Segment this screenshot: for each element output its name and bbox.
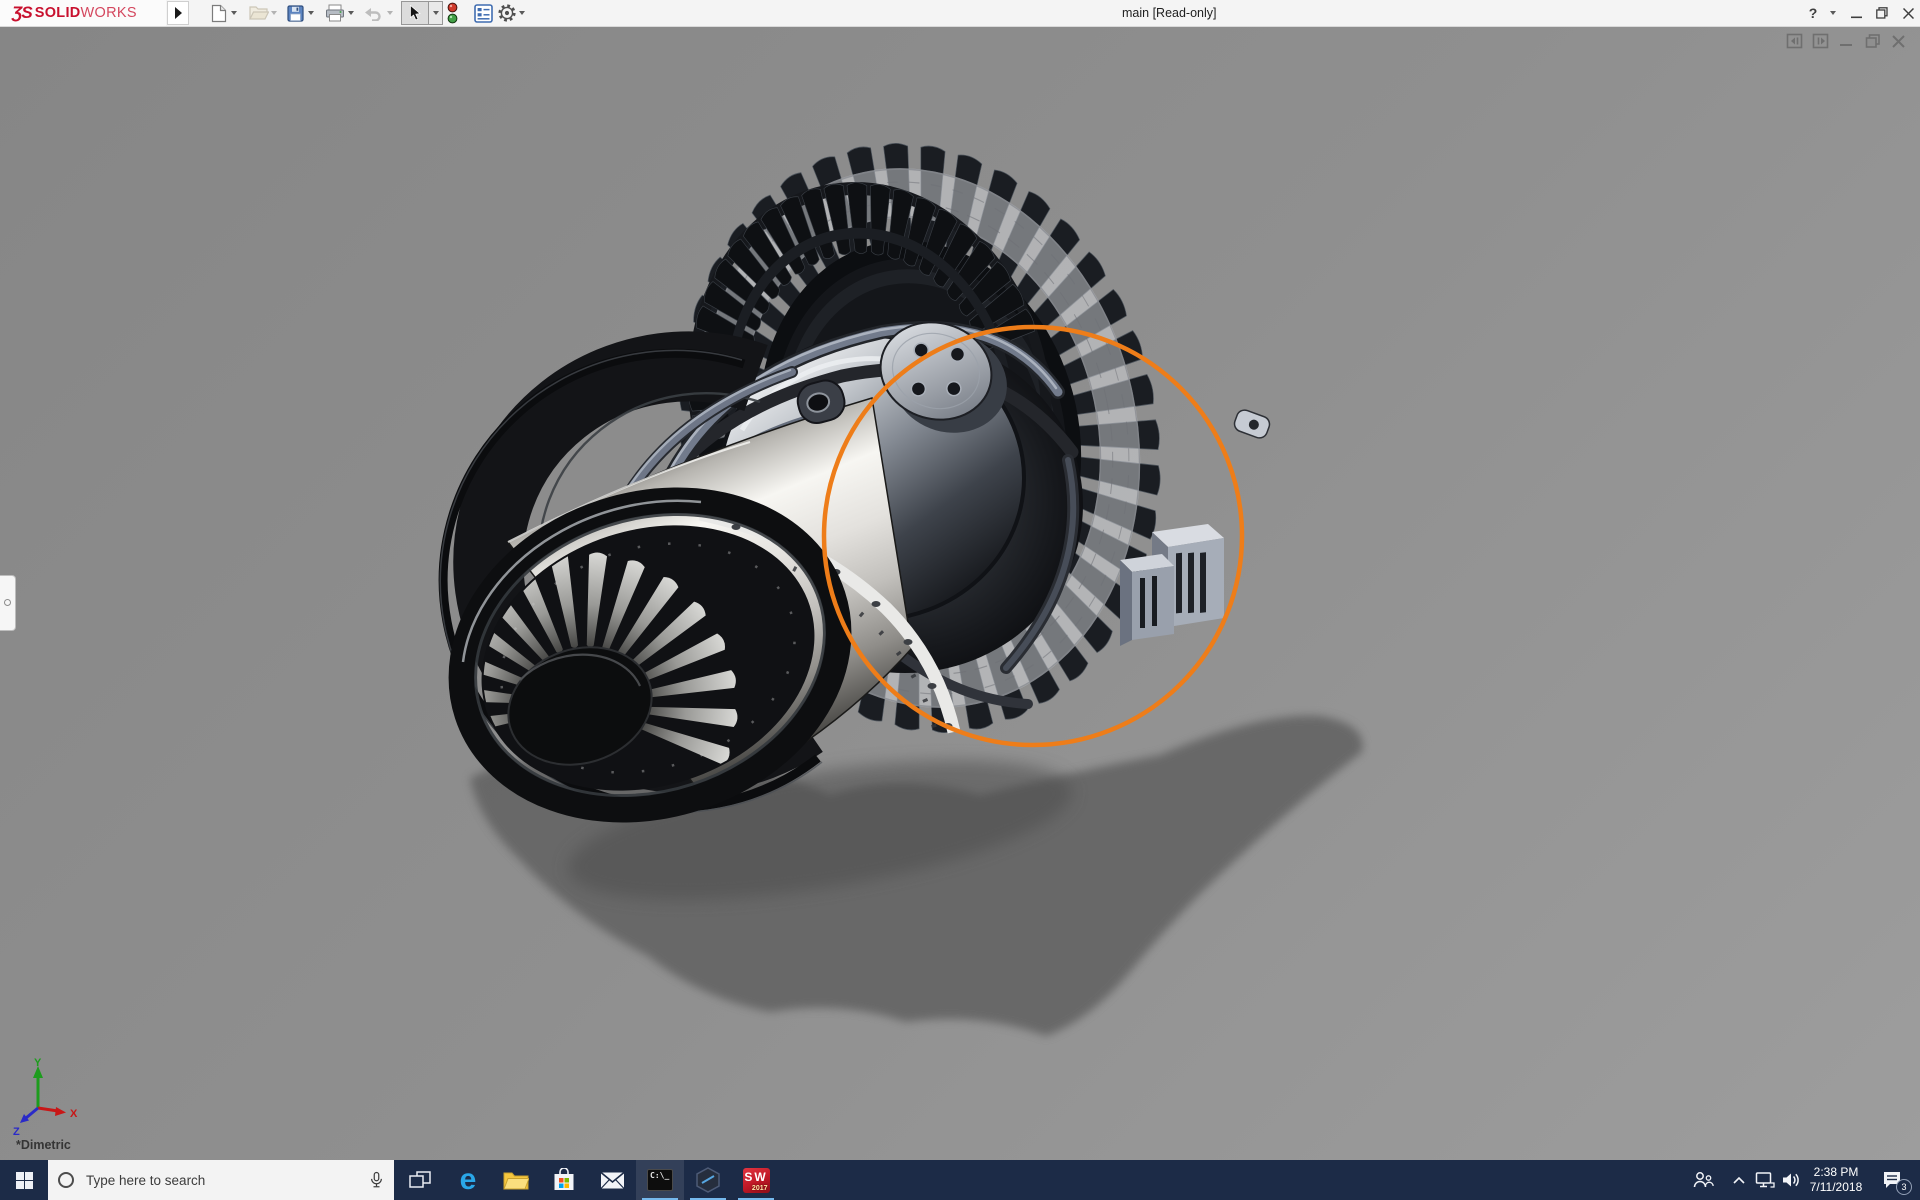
help-dropdown[interactable]	[1826, 0, 1840, 26]
save-floppy-icon	[287, 5, 304, 22]
open-button[interactable]	[249, 1, 269, 25]
volume-button[interactable]	[1778, 1160, 1804, 1200]
solidworks-year-badge: 2017	[752, 1185, 768, 1192]
tray-time: 2:38 PM	[1814, 1165, 1859, 1180]
close-document-icon[interactable]	[1890, 32, 1908, 50]
people-button[interactable]	[1688, 1160, 1718, 1200]
solidworks-app-window: ƷS SOLID WORKS	[0, 0, 1920, 1200]
close-icon	[1903, 8, 1914, 19]
flyout-tab-icon	[4, 599, 11, 606]
show-hidden-icons-button[interactable]	[1728, 1160, 1750, 1200]
feature-tree-flyout-tab[interactable]	[0, 575, 16, 631]
save-button[interactable]	[287, 1, 304, 25]
search-placeholder: Type here to search	[86, 1173, 369, 1188]
undo-icon	[363, 5, 382, 21]
solidworks-2017-icon: SW 2017	[743, 1168, 770, 1193]
chevron-up-icon	[1732, 1175, 1746, 1185]
connector-block	[1120, 524, 1224, 646]
new-document-button[interactable]	[211, 1, 227, 25]
view-traffic-light-button[interactable]	[446, 1, 459, 25]
taskbar-app-solidworks[interactable]: SW 2017	[732, 1160, 780, 1200]
taskbar-app-mail[interactable]	[588, 1160, 636, 1200]
microphone-icon[interactable]	[369, 1169, 384, 1191]
document-title: main [Read-only]	[1122, 0, 1217, 26]
restore-button[interactable]	[1871, 0, 1893, 26]
orientation-triad: Y X Z	[0, 1056, 100, 1148]
open-folder-icon	[249, 5, 269, 21]
options-button[interactable]	[496, 1, 518, 25]
hex-app-icon	[695, 1167, 721, 1193]
clock[interactable]: 2:38 PM 7/11/2018	[1804, 1160, 1868, 1200]
new-document-icon	[211, 4, 227, 23]
print-icon	[325, 4, 345, 22]
options-dropdown[interactable]	[519, 1, 525, 25]
people-icon	[1692, 1170, 1714, 1190]
triad-y-label: Y	[34, 1057, 42, 1069]
gear-icon	[496, 2, 518, 24]
start-button[interactable]	[0, 1160, 48, 1200]
windows-taskbar: Type here to search e	[0, 1160, 1920, 1200]
edge-icon: e	[460, 1165, 477, 1195]
help-button[interactable]: ?	[1803, 0, 1823, 26]
menu-flyout-arrow-icon[interactable]	[167, 1, 189, 25]
command-prompt-icon: C:\_	[647, 1169, 673, 1191]
minimize-document-icon[interactable]	[1838, 32, 1856, 50]
save-dropdown[interactable]	[308, 1, 314, 25]
display-pane-icon	[474, 4, 493, 23]
select-tool-button[interactable]	[401, 1, 443, 25]
document-window-controls	[1786, 32, 1908, 50]
select-tool-dropdown[interactable]	[429, 1, 443, 25]
search-icon	[58, 1172, 74, 1188]
next-pane-icon[interactable]	[1812, 32, 1830, 50]
print-button[interactable]	[325, 1, 345, 25]
solidworks-logo: ƷS SOLID WORKS	[0, 0, 166, 26]
taskbar-app-file-explorer[interactable]	[492, 1160, 540, 1200]
minimize-button[interactable]	[1845, 0, 1867, 26]
taskbar-app-command-prompt[interactable]: C:\_	[636, 1160, 684, 1200]
speaker-icon	[1781, 1171, 1801, 1189]
jet-engine-model[interactable]	[0, 26, 1920, 1160]
minimize-icon	[1851, 8, 1862, 19]
graphics-viewport[interactable]: Y X Z *Dimetric	[0, 26, 1920, 1160]
traffic-light-icon	[446, 2, 459, 25]
taskbar-search-input[interactable]: Type here to search	[48, 1160, 394, 1200]
select-cursor-icon	[409, 5, 421, 21]
action-center-button[interactable]: 3	[1872, 1160, 1914, 1200]
previous-pane-icon[interactable]	[1786, 32, 1804, 50]
mail-icon	[600, 1171, 625, 1190]
store-icon	[553, 1168, 575, 1192]
title-bar: ƷS SOLID WORKS	[0, 0, 1920, 27]
task-view-icon	[409, 1170, 431, 1190]
triad-z-label: Z	[13, 1126, 20, 1138]
close-button[interactable]	[1897, 0, 1919, 26]
task-view-button[interactable]	[396, 1160, 444, 1200]
undo-button[interactable]	[363, 1, 382, 25]
new-document-dropdown[interactable]	[231, 1, 237, 25]
view-orientation-label: *Dimetric	[16, 1138, 71, 1152]
taskbar-app-edge[interactable]: e	[444, 1160, 492, 1200]
network-button[interactable]	[1752, 1160, 1778, 1200]
taskbar-app-hex[interactable]	[684, 1160, 732, 1200]
restore-icon	[1876, 7, 1888, 19]
tray-date: 7/11/2018	[1810, 1180, 1863, 1195]
display-pane-button[interactable]	[474, 1, 493, 25]
triad-x-label: X	[70, 1108, 78, 1120]
network-icon	[1755, 1171, 1775, 1189]
taskbar-app-store[interactable]	[540, 1160, 588, 1200]
windows-logo-icon	[16, 1172, 33, 1189]
print-dropdown[interactable]	[348, 1, 354, 25]
solidworks-logo-glyph: ƷS	[12, 3, 32, 23]
notification-count-badge: 3	[1896, 1179, 1912, 1195]
small-bracket	[1232, 408, 1271, 440]
file-explorer-icon	[503, 1170, 529, 1191]
open-dropdown[interactable]	[271, 1, 277, 25]
restore-document-icon[interactable]	[1864, 32, 1882, 50]
undo-dropdown[interactable]	[387, 1, 393, 25]
